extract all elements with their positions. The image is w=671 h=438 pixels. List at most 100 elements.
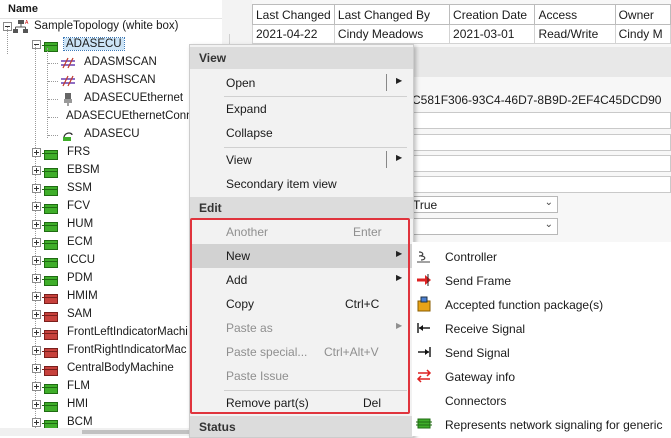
expand-toggle-icon[interactable]	[32, 238, 41, 247]
menu-item-expand[interactable]: Expand	[190, 97, 413, 121]
tree-item-label: ADASECUEthernet	[84, 92, 184, 104]
expand-toggle-icon[interactable]	[32, 148, 41, 157]
tree-item-label: CentralBodyMachine	[67, 362, 174, 374]
highlight-annotation-box	[190, 218, 410, 414]
can-bus-icon	[61, 57, 75, 69]
expand-toggle-icon[interactable]	[32, 346, 41, 355]
ecu-icon	[42, 344, 59, 358]
tree-item-label: HUM	[67, 218, 94, 230]
expand-toggle-icon[interactable]	[32, 310, 41, 319]
send-signal-icon	[418, 347, 431, 357]
menu-item-label: Secondary item view	[226, 177, 337, 191]
column-header[interactable]: Last Changed	[252, 4, 335, 25]
guid-field[interactable]: C581F306-93C4-46D7-8B9D-2EF4C45DCD90	[412, 92, 671, 109]
column-header[interactable]: Access	[534, 4, 616, 25]
submenu-item-accepted-function-packages[interactable]: Accepted function package(s)	[412, 292, 671, 316]
tree-column-header[interactable]: Name	[0, 0, 222, 19]
submenu-item-label: Controller	[445, 250, 498, 264]
tree-root-row[interactable]: A SampleTopology (white box)	[0, 18, 222, 36]
expand-toggle-icon[interactable]	[32, 256, 41, 265]
tree-item-label: FRS	[67, 146, 90, 158]
connector-icon	[63, 132, 73, 141]
expand-toggle-icon[interactable]	[32, 400, 41, 409]
ecu-icon	[42, 380, 59, 394]
submenu-item-send-signal[interactable]: Send Signal	[412, 340, 671, 364]
tree-item-label: ADASMSCAN	[84, 56, 157, 68]
tree-item-label: HMI	[67, 398, 89, 410]
collapse-toggle-icon[interactable]	[32, 40, 41, 49]
menu-item-view[interactable]: View ▶	[190, 148, 413, 172]
expand-toggle-icon[interactable]	[32, 274, 41, 283]
submenu-item-label: Send Frame	[445, 274, 512, 288]
tree-item-label: ADASHSCAN	[84, 74, 156, 86]
expand-toggle-icon[interactable]	[32, 328, 41, 337]
menu-item-label: Collapse	[226, 126, 273, 140]
properties-header-row: Last Changed Last Changed By Creation Da…	[252, 4, 671, 25]
cell: Read/Write	[534, 24, 616, 44]
tree-item-label: ADASECUEthernetConne	[66, 110, 199, 122]
property-combo[interactable]: True ⌄	[410, 196, 558, 213]
submenu-item-gateway-info[interactable]: Gateway info	[412, 364, 671, 388]
property-field[interactable]	[412, 176, 671, 193]
tree-item-label: HMIM	[67, 290, 98, 302]
column-header[interactable]: Creation Date	[449, 4, 536, 25]
submenu-item-receive-signal[interactable]: Receive Signal	[412, 316, 671, 340]
expand-toggle-icon[interactable]	[32, 382, 41, 391]
new-submenu[interactable]: Controller Send Frame Accepted function …	[412, 242, 671, 436]
submenu-item-network-signaling[interactable]: Represents network signaling for generic	[412, 412, 671, 436]
property-combo[interactable]: ⌄	[410, 218, 558, 235]
cell: 2021-04-22	[252, 24, 335, 44]
menu-item-label: Open	[226, 76, 256, 90]
tree-item-label: FCV	[67, 200, 90, 212]
submenu-item-controller[interactable]: Controller	[412, 244, 671, 268]
cell: Cindy Meadows	[333, 24, 451, 44]
submenu-item-label: Connectors	[445, 394, 507, 408]
expand-toggle-icon[interactable]	[32, 184, 41, 193]
tree-column-header-label: Name	[8, 3, 38, 15]
combo-value: True	[413, 198, 438, 212]
menu-item-collapse[interactable]: Collapse	[190, 121, 413, 145]
tree-item-label: BCM	[67, 416, 93, 428]
submenu-item-label: Send Signal	[445, 346, 510, 360]
can-bus-icon	[61, 75, 75, 87]
ecu-icon	[42, 146, 59, 160]
tree-item-label: ICCU	[67, 254, 96, 266]
property-field[interactable]	[412, 134, 671, 151]
ecu-icon	[42, 290, 59, 304]
menu-section-edit: Edit	[190, 197, 413, 219]
ecu-icon	[42, 236, 59, 250]
section-label: Status	[199, 420, 236, 434]
property-field[interactable]	[412, 112, 671, 129]
column-header[interactable]: Owner	[614, 4, 671, 25]
expand-toggle-icon[interactable]	[32, 202, 41, 211]
property-field[interactable]	[412, 155, 671, 172]
expand-toggle-icon[interactable]	[32, 166, 41, 175]
column-header[interactable]: Last Changed By	[333, 4, 451, 25]
menu-item-label: View	[226, 153, 252, 167]
menu-section-view: View	[190, 47, 413, 69]
submenu-item-connectors[interactable]: Connectors	[412, 388, 671, 412]
submenu-item-send-frame[interactable]: Send Frame	[412, 268, 671, 292]
ecu-icon	[42, 308, 59, 322]
tree-item-label: SSM	[67, 182, 92, 194]
menu-item-label: Expand	[226, 102, 267, 116]
menu-item-secondary-item-view[interactable]: Secondary item view	[190, 172, 413, 196]
topology-icon: A	[13, 20, 29, 33]
tree-item-label: FrontRightIndicatorMac	[67, 344, 187, 356]
expand-toggle-icon[interactable]	[32, 364, 41, 373]
expand-toggle-icon[interactable]	[32, 292, 41, 301]
submenu-item-label: Represents network signaling for generic	[445, 418, 663, 432]
ecu-icon	[42, 398, 59, 412]
expand-toggle-icon[interactable]	[32, 220, 41, 229]
submenu-item-label: Accepted function package(s)	[445, 298, 604, 312]
submenu-arrow-icon: ▶	[396, 76, 403, 85]
ecu-icon	[42, 326, 59, 340]
ecu-icon	[42, 200, 59, 214]
package-icon	[417, 296, 431, 312]
properties-row[interactable]: 2021-04-22 Cindy Meadows 2021-03-01 Read…	[252, 24, 671, 44]
send-frame-icon	[417, 274, 431, 286]
chevron-down-icon: ⌄	[544, 219, 553, 230]
menu-item-open[interactable]: Open ▶	[190, 71, 413, 95]
section-label: Edit	[199, 201, 222, 215]
expand-toggle-icon[interactable]	[32, 418, 41, 427]
